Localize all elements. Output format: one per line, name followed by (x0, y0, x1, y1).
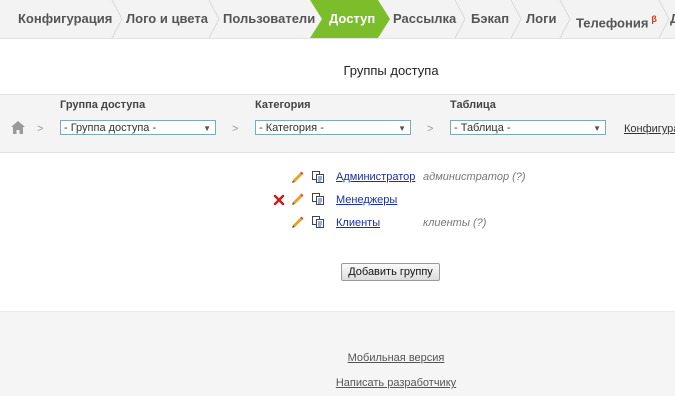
chevron-right-icon (111, 0, 123, 38)
chevron-right-icon (658, 0, 670, 38)
group-link-clients[interactable]: Клиенты (336, 217, 380, 229)
home-icon[interactable] (11, 121, 25, 134)
pencil-icon[interactable] (291, 192, 305, 206)
category-label: Категория (255, 99, 311, 111)
tab-label: Пользователи (223, 11, 316, 26)
dropdown-arrow-icon: ▼ (203, 124, 211, 133)
configuration-link[interactable]: Конфигура (624, 123, 675, 135)
tab-label: Д (670, 0, 675, 38)
group-role: клиенты (?) (423, 217, 487, 229)
group-link-administrator[interactable]: Администратор (336, 171, 415, 183)
tab-label: Лого и цвета (126, 11, 208, 26)
breadcrumb-separator: > (427, 123, 434, 135)
dropdown-arrow-icon: ▼ (593, 124, 601, 133)
tab-label: Логи (526, 11, 557, 26)
tab-bar: Конфигурация Лого и цвета Пользователи Д… (0, 0, 675, 39)
access-group-select-value: - Группа доступа - (64, 122, 157, 134)
tab-label: Доступ (329, 11, 376, 26)
add-group-button[interactable]: Добавить группу (341, 263, 440, 281)
table-select-value: - Таблица - (454, 122, 511, 134)
pencil-icon[interactable] (291, 170, 305, 184)
dropdown-arrow-icon: ▼ (398, 124, 406, 133)
chevron-right-icon (454, 0, 466, 38)
chevron-right-icon (208, 0, 220, 38)
category-select-value: - Категория - (259, 122, 324, 134)
breadcrumb-separator: > (232, 123, 239, 135)
tab-label: Конфигурация (18, 11, 113, 26)
tab-telephony-label: Телефония β (576, 0, 657, 38)
group-link-managers[interactable]: Менеджеры (336, 194, 397, 206)
access-group-select[interactable]: - Группа доступа - ▼ (60, 120, 216, 135)
group-role: администратор (?) (423, 171, 526, 183)
copy-icon[interactable] (311, 170, 325, 184)
tab-label: Рассылка (393, 11, 457, 26)
tab-label: Бэкап (471, 11, 510, 26)
chevron-right-icon (559, 0, 571, 38)
table-select[interactable]: - Таблица - ▼ (450, 120, 606, 135)
copy-icon[interactable] (311, 215, 325, 229)
filter-bar: > Группа доступа - Группа доступа - ▼ > … (0, 94, 675, 153)
page-title: Группы доступа (343, 63, 439, 78)
footer: Мобильная версия Написать разработчику (0, 311, 675, 396)
access-group-label: Группа доступа (60, 99, 146, 111)
tab-label: Телефония (576, 15, 649, 31)
table-label: Таблица (450, 99, 496, 111)
delete-icon[interactable] (272, 193, 286, 207)
mobile-version-link[interactable]: Мобильная версия (0, 352, 675, 364)
copy-icon[interactable] (311, 192, 325, 206)
category-select[interactable]: - Категория - ▼ (255, 120, 411, 135)
pencil-icon[interactable] (291, 215, 305, 229)
contact-developer-link[interactable]: Написать разработчику (0, 377, 675, 389)
breadcrumb-separator: > (37, 123, 44, 135)
chevron-right-icon (510, 0, 522, 38)
